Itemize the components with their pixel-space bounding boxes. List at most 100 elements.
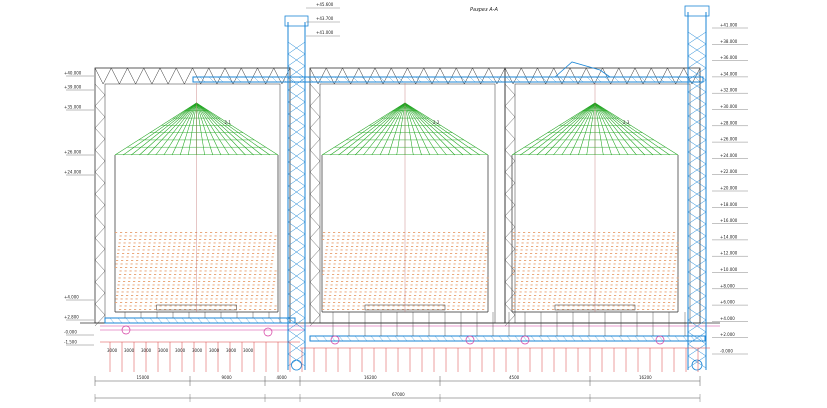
grain-particle: [140, 232, 143, 233]
grain-particle: [117, 249, 120, 251]
conveyor-hatch: [634, 335, 640, 342]
grain-particle: [591, 246, 594, 247]
grain-particle: [230, 298, 233, 300]
grain-particle: [562, 270, 565, 272]
grain-particle: [475, 253, 478, 254]
grain-particle: [259, 235, 262, 237]
grain-particle: [119, 270, 122, 272]
grain-particle: [534, 256, 537, 258]
grain-particle: [142, 249, 145, 251]
grain-particle: [215, 267, 218, 268]
column-brace: [504, 105, 516, 118]
column-brace: [504, 160, 516, 173]
grain-particle: [342, 305, 345, 307]
conveyor-hatch: [578, 335, 584, 342]
grain-particle: [130, 263, 133, 265]
grain-particle: [580, 253, 583, 254]
grain-particle: [394, 256, 397, 258]
drawing-title: Разрез А-А: [470, 7, 498, 13]
grain-particle: [612, 239, 615, 240]
grain-particle: [221, 260, 224, 261]
grain-particle: [599, 256, 602, 258]
grain-particle: [571, 277, 574, 279]
grain-particle: [626, 281, 629, 282]
grain-particle: [566, 277, 569, 279]
grain-particle: [526, 246, 529, 247]
grain-particle: [643, 302, 646, 303]
grain-particle: [229, 235, 232, 237]
grain-particle: [582, 239, 585, 240]
grain-particle: [146, 295, 149, 296]
grain-particle: [603, 298, 606, 300]
grain-particle: [131, 256, 134, 258]
column-brace: [309, 138, 321, 151]
grain-particle: [246, 260, 249, 261]
grain-particle: [240, 267, 243, 268]
grain-particle: [262, 249, 265, 251]
grain-particle: [549, 295, 552, 296]
grain-particle: [579, 291, 582, 293]
grain-particle: [606, 281, 609, 282]
grain-particle: [466, 277, 469, 279]
grain-particle: [179, 270, 182, 272]
grain-particle: [217, 253, 220, 254]
grain-particle: [372, 305, 375, 307]
grain-particle: [169, 274, 172, 275]
grain-particle: [115, 302, 118, 303]
grain-particle: [268, 281, 271, 282]
grain-particle: [172, 284, 175, 286]
grain-particle: [377, 274, 380, 275]
top-conveyor-hatch: [649, 76, 656, 83]
grain-particle: [397, 235, 400, 237]
grain-particle: [331, 246, 334, 247]
grain-particle: [134, 239, 137, 240]
grain-particle: [346, 242, 349, 244]
grain-particle: [250, 298, 253, 300]
grain-particle: [196, 291, 199, 293]
grain-particle: [471, 242, 474, 244]
grain-particle: [600, 288, 603, 289]
grain-particle: [192, 284, 195, 286]
conveyor-hatch: [490, 335, 496, 342]
grain-particle: [517, 309, 520, 310]
grain-particle: [253, 277, 256, 279]
grain-particle: [516, 242, 519, 244]
grain-particle: [323, 298, 326, 300]
grain-particle: [373, 232, 376, 233]
conveyor-hatch: [418, 335, 424, 342]
grain-particle: [177, 288, 180, 289]
grain-particle: [216, 291, 219, 293]
grain-particle: [601, 246, 604, 247]
grain-particle: [257, 288, 260, 289]
grain-particle: [219, 274, 222, 275]
grain-particle: [541, 281, 544, 282]
grain-particle: [567, 239, 570, 240]
grain-particle: [254, 270, 257, 272]
grain-particle: [355, 284, 358, 286]
grain-particle: [672, 270, 675, 272]
grain-particle: [268, 277, 271, 279]
grain-particle: [146, 291, 149, 293]
grain-particle: [657, 305, 660, 307]
grain-particle: [556, 281, 559, 282]
grain-particle: [602, 305, 605, 307]
grain-particle: [483, 232, 486, 233]
grain-particle: [330, 253, 333, 254]
grain-particle: [237, 284, 240, 286]
grain-particle: [425, 249, 428, 251]
grain-particle: [169, 235, 172, 237]
grain-particle: [440, 253, 443, 254]
grain-particle: [387, 305, 390, 307]
grain-particle: [554, 260, 557, 261]
grain-particle: [555, 249, 558, 251]
grain-particle: [625, 288, 628, 289]
grain-particle: [651, 246, 654, 247]
grain-particle: [454, 260, 457, 261]
grain-particle: [653, 302, 656, 303]
grain-particle: [352, 305, 355, 307]
grain-particle: [250, 263, 253, 265]
grain-particle: [560, 253, 563, 254]
elevation-label-right: +18.000: [720, 202, 738, 207]
grain-particle: [597, 235, 600, 237]
grain-particle: [628, 267, 631, 268]
